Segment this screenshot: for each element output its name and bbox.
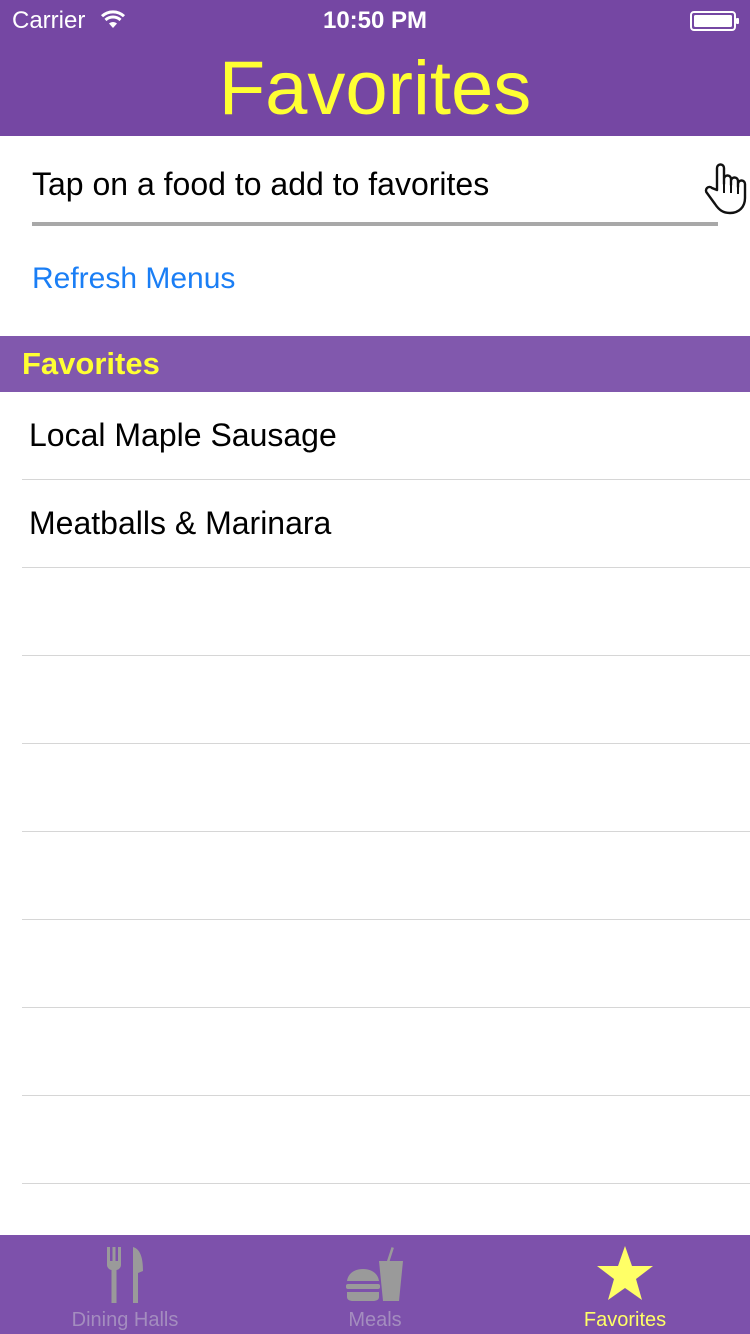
battery-icon xyxy=(690,11,739,31)
tab-favorites[interactable]: Favorites xyxy=(500,1235,750,1334)
favorites-list: Local Maple Sausage Meatballs & Marinara xyxy=(0,392,750,1184)
tab-label: Favorites xyxy=(583,1309,667,1331)
tab-bar: Dining Halls Meals Favorites xyxy=(0,1235,750,1334)
tab-meals[interactable]: Meals xyxy=(250,1235,500,1334)
list-item-label: Meatballs & Marinara xyxy=(29,505,332,541)
list-item[interactable]: Meatballs & Marinara xyxy=(22,480,750,568)
section-title: Favorites xyxy=(22,346,160,381)
page-title: Favorites xyxy=(218,46,532,131)
burger-drink-icon xyxy=(346,1247,403,1301)
refresh-menus-button[interactable]: Refresh Menus xyxy=(32,262,235,296)
hand-pointer-icon[interactable] xyxy=(700,160,750,216)
tab-label: Meals xyxy=(348,1309,402,1331)
tab-dining-halls[interactable]: Dining Halls xyxy=(0,1235,250,1334)
search-field[interactable]: Tap on a food to add to favorites xyxy=(32,150,747,226)
list-item[interactable] xyxy=(22,568,750,656)
list-item[interactable] xyxy=(22,1096,750,1184)
list-item[interactable] xyxy=(22,1008,750,1096)
favorites-section-header: Favorites xyxy=(0,336,750,392)
search-prompt: Tap on a food to add to favorites xyxy=(32,166,490,202)
header-bar: Carrier 10:50 PM Favorites xyxy=(0,0,750,136)
status-time: 10:50 PM xyxy=(322,7,428,34)
star-icon xyxy=(597,1246,653,1300)
search-underline xyxy=(32,222,718,226)
list-item[interactable] xyxy=(22,656,750,744)
list-item[interactable] xyxy=(22,832,750,920)
status-bar: Carrier 10:50 PM xyxy=(0,0,750,40)
list-item[interactable]: Local Maple Sausage xyxy=(22,392,750,480)
fork-knife-icon xyxy=(107,1247,143,1303)
tab-label: Dining Halls xyxy=(71,1309,179,1331)
list-item[interactable] xyxy=(22,744,750,832)
list-item[interactable] xyxy=(22,920,750,1008)
list-item-label: Local Maple Sausage xyxy=(29,417,337,453)
